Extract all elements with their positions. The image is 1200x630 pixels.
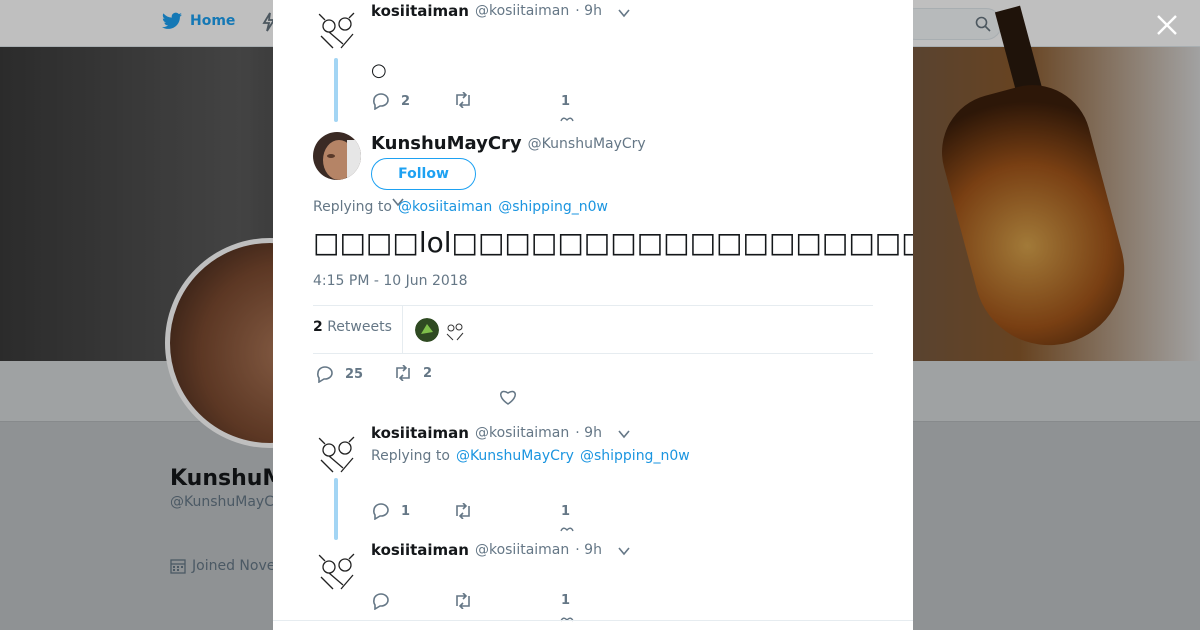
tweet1-header: kosiitaiman @kosiitaiman · 9h bbox=[371, 2, 602, 20]
tweet1-username[interactable]: kosiitaiman bbox=[371, 2, 469, 20]
main-reply-count: 25 bbox=[345, 366, 364, 382]
tweet3-like-button[interactable]: 1 bbox=[561, 593, 570, 608]
thread-line bbox=[334, 478, 338, 540]
kunshumaycry-avatar[interactable] bbox=[313, 132, 361, 180]
main-tweet-timestamp[interactable]: 4:15 PM - 10 Jun 2018 bbox=[313, 273, 468, 289]
main-tweet-handle[interactable]: @KunshuMayCry bbox=[528, 136, 646, 152]
main-tweet-header: KunshuMayCry @KunshuMayCry bbox=[371, 133, 646, 154]
tweet2-retweet-button[interactable] bbox=[453, 503, 473, 519]
tweet2-reply-button[interactable]: 1 bbox=[371, 502, 410, 520]
main-tweet-username[interactable]: KunshuMayCry bbox=[371, 133, 522, 154]
reply-icon bbox=[371, 502, 391, 520]
tweet2-header: kosiitaiman @kosiitaiman · 9h bbox=[371, 424, 602, 442]
retweet-stat-count: 2 bbox=[313, 319, 323, 335]
tweet2-like-count: 1 bbox=[561, 504, 571, 519]
replying-to-label: Replying to bbox=[371, 448, 450, 464]
replying-to-label: Replying to bbox=[313, 199, 392, 215]
tweet1-like-button[interactable]: 1 bbox=[561, 94, 570, 109]
tweet1-retweet-button[interactable] bbox=[453, 92, 473, 108]
kosiitaiman-avatar[interactable] bbox=[313, 430, 361, 478]
close-icon bbox=[1154, 12, 1180, 38]
heart-icon[interactable] bbox=[560, 526, 574, 532]
tweet1-time[interactable]: · 9h bbox=[575, 3, 602, 19]
heart-icon[interactable] bbox=[560, 616, 574, 622]
reply-icon bbox=[371, 92, 391, 110]
tweet1-reply-button[interactable]: 2 bbox=[371, 92, 410, 110]
replying-to-user[interactable]: @shipping_n0w bbox=[580, 448, 690, 464]
kosiitaiman-avatar[interactable] bbox=[313, 6, 361, 54]
close-modal-button[interactable] bbox=[1154, 12, 1180, 38]
heart-icon[interactable] bbox=[499, 389, 517, 405]
tweet3-reply-button[interactable] bbox=[371, 592, 391, 610]
tweet1-reply-count: 2 bbox=[401, 93, 411, 109]
main-retweet-button[interactable]: 2 bbox=[393, 365, 432, 381]
thread-line bbox=[334, 58, 338, 122]
main-retweet-count: 2 bbox=[423, 365, 433, 381]
retweeter-avatar[interactable] bbox=[415, 318, 439, 342]
tweet2-username[interactable]: kosiitaiman bbox=[371, 424, 469, 442]
heart-icon[interactable] bbox=[560, 116, 574, 122]
chevron-down-icon[interactable] bbox=[617, 544, 631, 558]
tweet3-time[interactable]: · 9h bbox=[575, 542, 602, 558]
retweet-icon bbox=[453, 503, 473, 519]
replying-to-user[interactable]: @shipping_n0w bbox=[498, 199, 608, 215]
stats-divider bbox=[402, 306, 403, 353]
tweet1-like-count: 1 bbox=[561, 94, 571, 109]
replying-to-user[interactable]: @KunshuMayCry bbox=[456, 448, 574, 464]
reply-icon bbox=[371, 592, 391, 610]
replying-to-user[interactable]: @kosiitaiman bbox=[398, 199, 492, 215]
divider bbox=[273, 620, 913, 621]
tweet2-like-button[interactable]: 1 bbox=[561, 504, 570, 519]
tweet2-reply-count: 1 bbox=[401, 503, 411, 519]
tweet3-like-count: 1 bbox=[561, 593, 571, 608]
follow-button[interactable]: Follow bbox=[371, 158, 476, 190]
retweet-icon bbox=[453, 593, 473, 609]
main-reply-button[interactable]: 25 bbox=[315, 365, 363, 383]
tweet1-text: ○ bbox=[371, 60, 387, 81]
chevron-down-icon[interactable] bbox=[617, 427, 631, 441]
main-replying-to: Replying to @kosiitaiman @shipping_n0w bbox=[313, 199, 608, 215]
tweet3-username[interactable]: kosiitaiman bbox=[371, 541, 469, 559]
tweet3-header: kosiitaiman @kosiitaiman · 9h bbox=[371, 541, 602, 559]
reply-icon bbox=[315, 365, 335, 383]
tweet1-handle[interactable]: @kosiitaiman bbox=[475, 3, 569, 19]
retweet-icon bbox=[393, 365, 413, 381]
retweet-stat-label: Retweets bbox=[327, 319, 392, 335]
main-tweet-text: □□□□lol□□□□□□□□□□□□□□□□□□□□□□□😭 bbox=[313, 226, 913, 259]
retweet-icon bbox=[453, 92, 473, 108]
retweet-stat[interactable]: 2 Retweets bbox=[313, 319, 392, 335]
tweet-modal: kosiitaiman @kosiitaiman · 9h ○ 2 1 Kuns… bbox=[273, 0, 913, 630]
main-tweet-stats: 2 Retweets bbox=[313, 305, 873, 354]
tweet3-handle[interactable]: @kosiitaiman bbox=[475, 542, 569, 558]
kosiitaiman-avatar[interactable] bbox=[313, 547, 361, 595]
tweet2-replying-to: Replying to @KunshuMayCry @shipping_n0w bbox=[371, 448, 690, 464]
tweet2-handle[interactable]: @kosiitaiman bbox=[475, 425, 569, 441]
tweet2-time[interactable]: · 9h bbox=[575, 425, 602, 441]
retweeter-avatar[interactable] bbox=[443, 318, 467, 342]
tweet3-retweet-button[interactable] bbox=[453, 593, 473, 609]
chevron-down-icon[interactable] bbox=[617, 6, 631, 20]
